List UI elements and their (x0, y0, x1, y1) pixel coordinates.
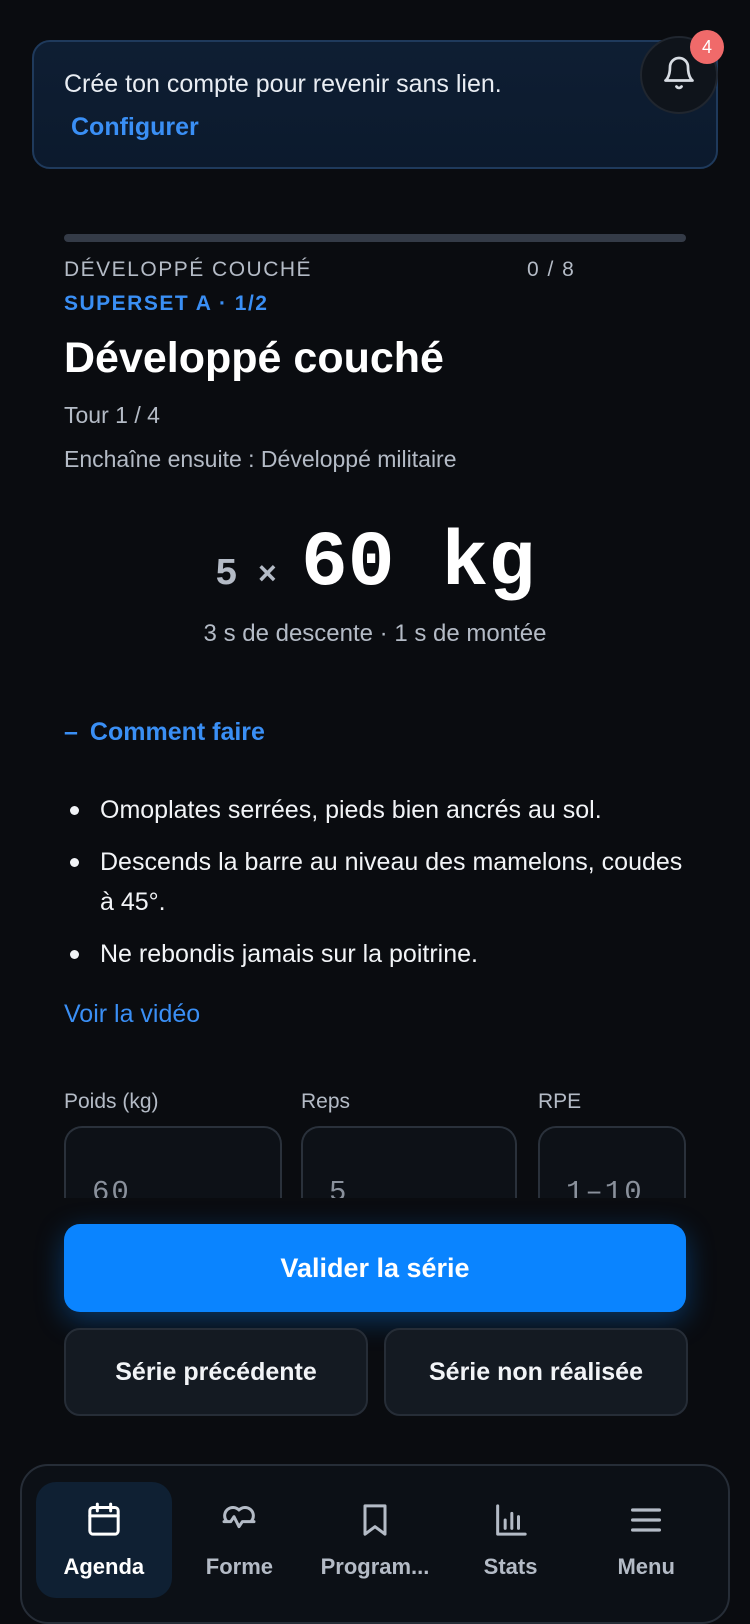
exercise-kicker: DÉVELOPPÉ COUCHÉ (64, 258, 313, 281)
bar-chart-icon (489, 1498, 533, 1542)
video-link[interactable]: Voir la vidéo (64, 1000, 200, 1029)
list-item: Omoplates serrées, pieds bien ancrés au … (64, 790, 694, 830)
weight-label: Poids (kg) (64, 1090, 159, 1113)
superset-label: SUPERSET A · 1/2 (64, 292, 269, 315)
set-counter: 0 / 8 (527, 258, 576, 281)
tips-list: Omoplates serrées, pieds bien ancrés au … (64, 790, 694, 986)
target-reps: 5 (214, 553, 238, 596)
nav-label-menu: Menu (617, 1554, 675, 1579)
list-item: Descends la barre au niveau des mamelons… (64, 842, 694, 922)
nav-item-agenda[interactable]: Agenda (36, 1482, 172, 1598)
calendar-icon (82, 1498, 126, 1542)
bookmark-icon (353, 1498, 397, 1542)
bottom-nav: Agenda Forme Program... Stats Menu (20, 1464, 730, 1624)
menu-icon (624, 1498, 668, 1542)
exercise-title: Développé couché (64, 334, 444, 382)
notification-badge: 4 (690, 30, 724, 64)
nav-item-programmes[interactable]: Program... (307, 1482, 443, 1598)
nav-label-stats: Stats (483, 1554, 538, 1579)
account-banner: Crée ton compte pour revenir sans lien. … (32, 40, 718, 169)
list-item: Ne rebondis jamais sur la poitrine. (64, 934, 694, 974)
times-symbol: × (257, 557, 277, 594)
tempo-label: 3 s de descente · 1 s de montée (203, 620, 547, 647)
rpe-label: RPE (538, 1090, 582, 1113)
validate-set-button[interactable]: Valider la série (64, 1224, 686, 1312)
howto-label: Comment faire (89, 718, 265, 746)
round-label: Tour 1 / 4 (64, 402, 160, 428)
heart-pulse-icon (217, 1498, 261, 1542)
howto-toggle[interactable]: – Comment faire (64, 718, 265, 747)
next-exercise-label: Enchaîne ensuite : Développé militaire (64, 446, 457, 472)
banner-text: Crée ton compte pour revenir sans lien. (64, 70, 502, 98)
target-weight: 60 kg (300, 520, 536, 608)
nav-label-forme: Forme (205, 1554, 274, 1579)
collapse-icon: – (64, 718, 78, 746)
nav-item-forme[interactable]: Forme (172, 1482, 308, 1598)
nav-item-menu[interactable]: Menu (578, 1482, 714, 1598)
workout-progress (64, 234, 686, 242)
nav-label-programmes: Program... (320, 1554, 430, 1579)
previous-set-button[interactable]: Série précédente (64, 1328, 368, 1416)
skip-set-button[interactable]: Série non réalisée (384, 1328, 688, 1416)
workout-screen: Crée ton compte pour revenir sans lien. … (0, 0, 750, 1624)
nav-label-agenda: Agenda (63, 1554, 145, 1579)
bell-icon (661, 55, 697, 96)
reps-label: Reps (301, 1090, 351, 1113)
configure-link[interactable]: Configurer (71, 113, 199, 142)
set-target: 5 × 60 kg (0, 520, 750, 608)
nav-item-stats[interactable]: Stats (443, 1482, 579, 1598)
